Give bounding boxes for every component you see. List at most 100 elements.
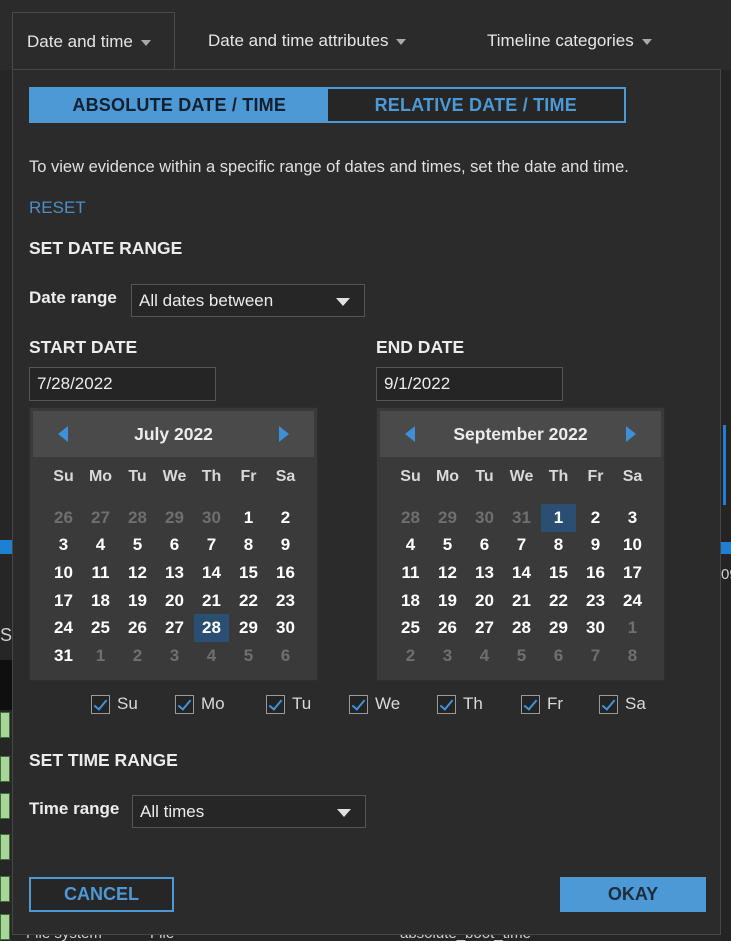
- calendar-day-adjacent-month[interactable]: 6: [541, 642, 576, 670]
- tab-date-and-time-attributes[interactable]: Date and time attributes: [194, 12, 420, 70]
- calendar-day[interactable]: 1: [231, 504, 266, 532]
- checkbox-checked-icon[interactable]: [91, 694, 110, 714]
- calendar-day[interactable]: 8: [541, 532, 576, 560]
- calendar-day[interactable]: 2: [268, 504, 303, 532]
- calendar-day[interactable]: 25: [393, 614, 428, 642]
- calendar-day-adjacent-month[interactable]: 27: [83, 504, 118, 532]
- weekday-checkbox-mo[interactable]: Mo: [175, 694, 225, 714]
- checkbox-checked-icon[interactable]: [266, 694, 285, 714]
- calendar-day[interactable]: 15: [541, 559, 576, 587]
- calendar-day-adjacent-month[interactable]: 1: [83, 642, 118, 670]
- calendar-day[interactable]: 22: [541, 587, 576, 615]
- calendar-day[interactable]: 11: [83, 559, 118, 587]
- calendar-day-adjacent-month[interactable]: 3: [430, 642, 465, 670]
- calendar-day-adjacent-month[interactable]: 28: [393, 504, 428, 532]
- calendar-day[interactable]: 24: [46, 614, 81, 642]
- calendar-day[interactable]: 3: [46, 532, 81, 560]
- calendar-day[interactable]: 24: [615, 587, 650, 615]
- weekday-checkbox-we[interactable]: We: [349, 694, 400, 714]
- calendar-day[interactable]: 30: [268, 614, 303, 642]
- weekday-checkbox-th[interactable]: Th: [437, 694, 483, 714]
- calendar-day[interactable]: 4: [83, 532, 118, 560]
- calendar-day[interactable]: 3: [615, 504, 650, 532]
- calendar-day[interactable]: 20: [467, 587, 502, 615]
- calendar-day-adjacent-month[interactable]: 7: [578, 642, 613, 670]
- calendar-day-adjacent-month[interactable]: 5: [504, 642, 539, 670]
- calendar-day[interactable]: 14: [504, 559, 539, 587]
- calendar-day[interactable]: 2: [578, 504, 613, 532]
- calendar-day[interactable]: 23: [268, 587, 303, 615]
- calendar-day-adjacent-month[interactable]: 26: [46, 504, 81, 532]
- calendar-day[interactable]: 6: [157, 532, 192, 560]
- calendar-day[interactable]: 26: [120, 614, 155, 642]
- calendar-day[interactable]: 29: [541, 614, 576, 642]
- calendar-day-selected[interactable]: 28: [194, 614, 229, 642]
- calendar-day[interactable]: 27: [467, 614, 502, 642]
- calendar-day[interactable]: 10: [615, 532, 650, 560]
- calendar-day[interactable]: 22: [231, 587, 266, 615]
- checkbox-checked-icon[interactable]: [521, 694, 540, 714]
- calendar-day[interactable]: 17: [46, 587, 81, 615]
- start-date-input[interactable]: 7/28/2022: [29, 367, 216, 401]
- reset-link[interactable]: RESET: [29, 198, 86, 218]
- calendar-day[interactable]: 12: [120, 559, 155, 587]
- calendar-day-adjacent-month[interactable]: 30: [194, 504, 229, 532]
- calendar-day[interactable]: 9: [268, 532, 303, 560]
- next-month-icon[interactable]: [626, 426, 636, 442]
- checkbox-checked-icon[interactable]: [599, 694, 618, 714]
- calendar-day[interactable]: 19: [430, 587, 465, 615]
- calendar-day[interactable]: 9: [578, 532, 613, 560]
- weekday-checkbox-tu[interactable]: Tu: [266, 694, 311, 714]
- calendar-day-adjacent-month[interactable]: 6: [268, 642, 303, 670]
- calendar-day[interactable]: 20: [157, 587, 192, 615]
- relative-date-time-button[interactable]: RELATIVE DATE / TIME: [327, 89, 624, 121]
- calendar-day-adjacent-month[interactable]: 5: [231, 642, 266, 670]
- absolute-date-time-button[interactable]: ABSOLUTE DATE / TIME: [31, 89, 328, 121]
- tab-date-and-time[interactable]: Date and time: [12, 12, 175, 70]
- calendar-day-adjacent-month[interactable]: 31: [504, 504, 539, 532]
- calendar-day-adjacent-month[interactable]: 30: [467, 504, 502, 532]
- calendar-day[interactable]: 29: [231, 614, 266, 642]
- weekday-checkbox-fr[interactable]: Fr: [521, 694, 563, 714]
- calendar-day[interactable]: 27: [157, 614, 192, 642]
- calendar-day[interactable]: 14: [194, 559, 229, 587]
- weekday-checkbox-su[interactable]: Su: [91, 694, 138, 714]
- calendar-day[interactable]: 21: [504, 587, 539, 615]
- calendar-day[interactable]: 19: [120, 587, 155, 615]
- calendar-day[interactable]: 11: [393, 559, 428, 587]
- calendar-day-adjacent-month[interactable]: 4: [467, 642, 502, 670]
- calendar-day[interactable]: 5: [430, 532, 465, 560]
- calendar-day[interactable]: 26: [430, 614, 465, 642]
- calendar-day-adjacent-month[interactable]: 29: [430, 504, 465, 532]
- calendar-day[interactable]: 23: [578, 587, 613, 615]
- calendar-day-adjacent-month[interactable]: 3: [157, 642, 192, 670]
- calendar-day[interactable]: 12: [430, 559, 465, 587]
- calendar-day[interactable]: 17: [615, 559, 650, 587]
- calendar-day[interactable]: 13: [467, 559, 502, 587]
- calendar-day[interactable]: 8: [231, 532, 266, 560]
- calendar-day[interactable]: 4: [393, 532, 428, 560]
- cancel-button[interactable]: CANCEL: [29, 877, 174, 912]
- calendar-day[interactable]: 21: [194, 587, 229, 615]
- calendar-day-adjacent-month[interactable]: 29: [157, 504, 192, 532]
- calendar-day[interactable]: 5: [120, 532, 155, 560]
- calendar-day-adjacent-month[interactable]: 1: [615, 614, 650, 642]
- calendar-day[interactable]: 28: [504, 614, 539, 642]
- next-month-icon[interactable]: [279, 426, 289, 442]
- okay-button[interactable]: OKAY: [560, 877, 706, 912]
- calendar-day[interactable]: 18: [393, 587, 428, 615]
- calendar-day[interactable]: 7: [194, 532, 229, 560]
- calendar-day[interactable]: 13: [157, 559, 192, 587]
- calendar-day[interactable]: 15: [231, 559, 266, 587]
- tab-timeline-categories[interactable]: Timeline categories: [473, 12, 666, 70]
- calendar-day[interactable]: 7: [504, 532, 539, 560]
- calendar-day[interactable]: 25: [83, 614, 118, 642]
- calendar-day-adjacent-month[interactable]: 4: [194, 642, 229, 670]
- calendar-day-selected[interactable]: 1: [541, 504, 576, 532]
- weekday-checkbox-sa[interactable]: Sa: [599, 694, 646, 714]
- checkbox-checked-icon[interactable]: [175, 694, 194, 714]
- calendar-day-adjacent-month[interactable]: 2: [393, 642, 428, 670]
- time-range-select[interactable]: All times: [132, 795, 366, 828]
- calendar-day-adjacent-month[interactable]: 2: [120, 642, 155, 670]
- calendar-day[interactable]: 18: [83, 587, 118, 615]
